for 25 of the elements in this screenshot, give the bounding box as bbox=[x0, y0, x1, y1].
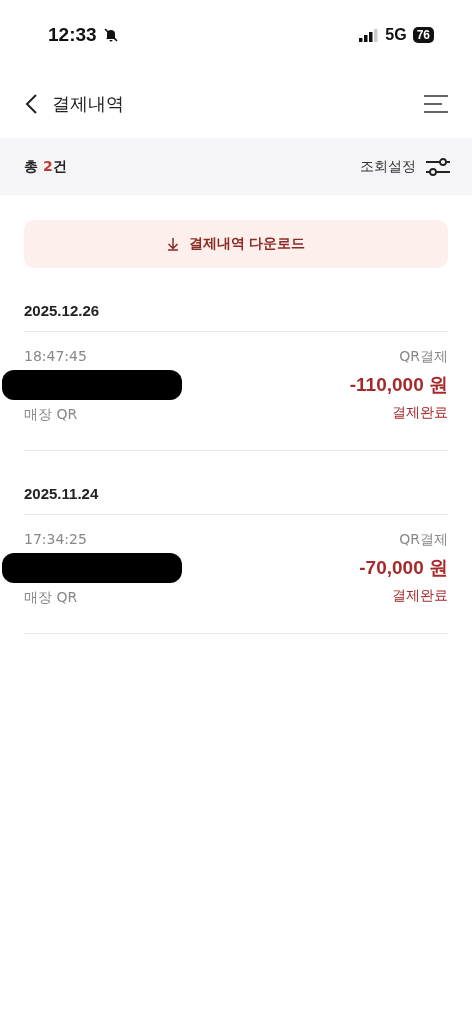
payment-status: 결제완료 bbox=[392, 587, 448, 605]
payment-amount: -70,000 원 bbox=[359, 556, 448, 580]
payment-method: QR결제 bbox=[399, 531, 448, 549]
filter-settings-button[interactable]: 조회설정 bbox=[360, 156, 450, 177]
download-button[interactable]: 결제내역 다운로드 bbox=[24, 220, 448, 268]
payment-channel: 매장 QR bbox=[24, 589, 78, 607]
sliders-icon bbox=[426, 156, 450, 177]
date-heading: 2025.11.24 bbox=[24, 451, 448, 515]
back-icon[interactable] bbox=[24, 93, 38, 115]
date-heading: 2025.12.26 bbox=[24, 268, 448, 332]
transaction-time: 17:34:25 bbox=[24, 531, 87, 547]
menu-icon[interactable] bbox=[424, 95, 448, 113]
transaction-time: 18:47:45 bbox=[24, 348, 87, 364]
signal-icon bbox=[359, 28, 380, 42]
payment-channel: 매장 QR bbox=[24, 406, 78, 424]
page-title: 결제내역 bbox=[52, 92, 125, 116]
total-count: 총 2건 bbox=[24, 157, 67, 176]
payment-amount: -110,000 원 bbox=[349, 373, 448, 397]
payment-method: QR결제 bbox=[399, 348, 448, 366]
download-icon bbox=[166, 237, 179, 251]
bell-off-icon bbox=[102, 27, 119, 43]
status-time: 12:33 bbox=[48, 24, 97, 46]
network-label: 5G bbox=[385, 26, 407, 44]
payment-status: 결제완료 bbox=[392, 404, 448, 422]
battery-icon: 76 bbox=[412, 27, 434, 43]
